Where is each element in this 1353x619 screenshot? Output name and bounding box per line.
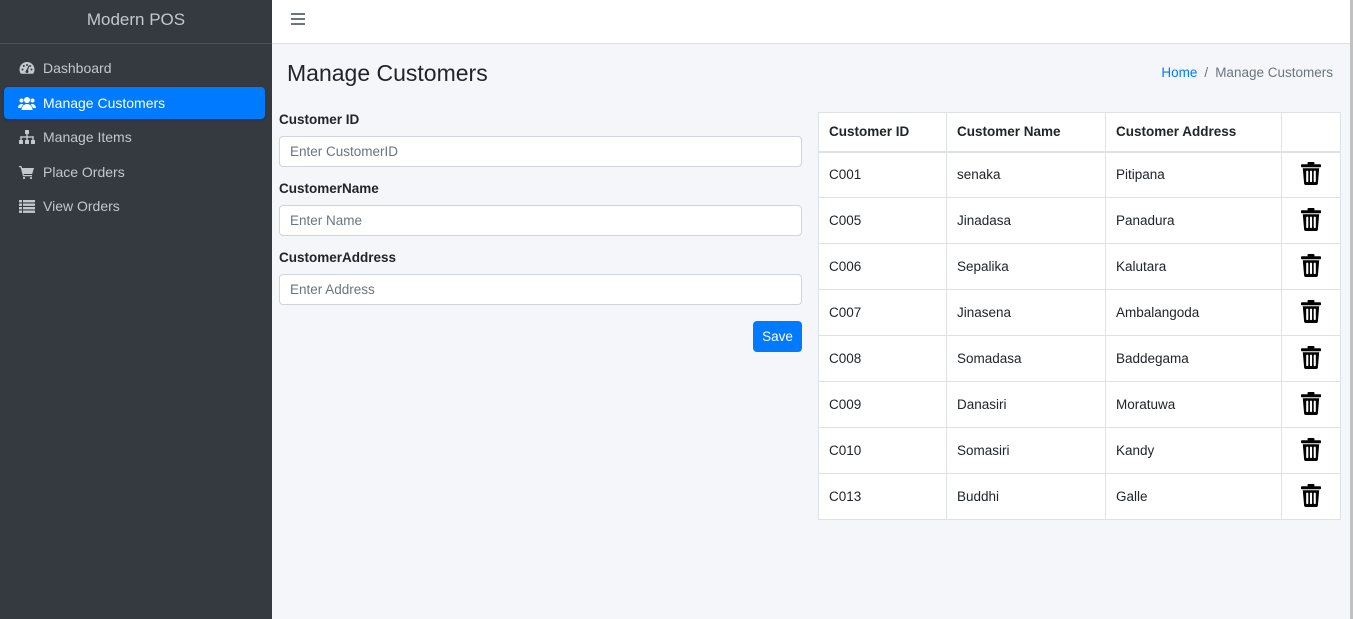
sidebar-item-label: Place Orders (43, 163, 125, 180)
breadcrumb-home-link[interactable]: Home (1161, 65, 1197, 80)
table-row: C008 Somadasa Baddegama (818, 335, 1341, 382)
delete-icon[interactable] (1301, 483, 1321, 510)
delete-icon[interactable] (1301, 161, 1321, 188)
cell-customer-name: senaka (946, 151, 1106, 198)
sidebar-item-place-orders[interactable]: Place Orders (4, 156, 265, 188)
column-header-customer-id: Customer ID (818, 112, 947, 153)
cell-customer-address: Kandy (1105, 427, 1282, 474)
brand-title[interactable]: Modern POS (0, 0, 272, 44)
sidebar-item-view-orders[interactable]: View Orders (4, 190, 265, 222)
delete-cell (1281, 243, 1341, 290)
cell-customer-address: Baddegama (1105, 335, 1282, 382)
cell-customer-id: C013 (818, 473, 947, 520)
table-row: C010 Somasiri Kandy (818, 427, 1341, 474)
cart-icon (18, 163, 36, 181)
table-row: C007 Jinasena Ambalangoda (818, 289, 1341, 336)
customer-address-label: CustomerAddress (279, 250, 397, 265)
cell-customer-name: Jinadasa (946, 197, 1106, 244)
customer-address-input[interactable] (279, 274, 802, 305)
cell-customer-address: Moratuwa (1105, 381, 1282, 428)
delete-cell (1281, 335, 1341, 382)
sidebar-nav: Dashboard Manage Customers Manage Items … (0, 44, 272, 222)
menu-toggle-icon[interactable] (291, 13, 305, 27)
delete-icon[interactable] (1301, 207, 1321, 234)
table-row: C001 senaka Pitipana (818, 151, 1341, 198)
customer-id-input[interactable] (279, 136, 802, 167)
delete-cell (1281, 197, 1341, 244)
breadcrumb-current: Manage Customers (1215, 65, 1333, 80)
cell-customer-name: Danasiri (946, 381, 1106, 428)
list-icon (18, 197, 36, 215)
cell-customer-address: Pitipana (1105, 151, 1282, 198)
cell-customer-name: Somadasa (946, 335, 1106, 382)
sidebar-item-label: View Orders (43, 198, 120, 215)
top-navbar (272, 0, 1350, 44)
delete-icon[interactable] (1301, 299, 1321, 326)
table-header-row: Customer ID Customer Name Customer Addre… (818, 112, 1341, 153)
cell-customer-id: C008 (818, 335, 947, 382)
cell-customer-name: Sepalika (946, 243, 1106, 290)
breadcrumb: Home / Manage Customers (1161, 65, 1333, 80)
customer-name-label: CustomerName (279, 181, 379, 196)
delete-cell (1281, 427, 1341, 474)
cell-customer-id: C007 (818, 289, 947, 336)
cell-customer-id: C005 (818, 197, 947, 244)
cell-customer-address: Kalutara (1105, 243, 1282, 290)
dashboard-icon (18, 59, 36, 77)
sidebar-item-label: Manage Items (43, 129, 132, 146)
customer-form: Customer ID CustomerName CustomerAddress (279, 112, 802, 319)
sitemap-icon (18, 128, 36, 146)
table-row: C005 Jinadasa Panadura (818, 197, 1341, 244)
sidebar-item-manage-customers[interactable]: Manage Customers (4, 86, 265, 119)
page-title: Manage Customers (287, 60, 488, 86)
table-row: C006 Sepalika Kalutara (818, 243, 1341, 290)
table-row: C013 Buddhi Galle (818, 473, 1341, 520)
column-header-actions (1281, 112, 1341, 153)
delete-icon[interactable] (1301, 345, 1321, 372)
sidebar: Modern POS Dashboard Manage Customers Ma… (0, 0, 272, 619)
cell-customer-id: C010 (818, 427, 947, 474)
cell-customer-name: Somasiri (946, 427, 1106, 474)
sidebar-item-dashboard[interactable]: Dashboard (4, 52, 265, 84)
sidebar-item-label: Manage Customers (43, 94, 166, 111)
cell-customer-id: C006 (818, 243, 947, 290)
delete-cell (1281, 473, 1341, 520)
table-body: C001 senaka Pitipana C005 Jinadasa Panadura C0… (818, 151, 1341, 520)
delete-cell (1281, 381, 1341, 428)
delete-icon[interactable] (1301, 437, 1321, 464)
cell-customer-id: C009 (818, 381, 947, 428)
column-header-customer-name: Customer Name (946, 112, 1106, 153)
save-button[interactable]: Save (753, 321, 802, 352)
delete-cell (1281, 151, 1341, 198)
cell-customer-address: Ambalangoda (1105, 289, 1282, 336)
customer-id-label: Customer ID (279, 112, 360, 127)
column-header-customer-address: Customer Address (1105, 112, 1282, 153)
table-row: C009 Danasiri Moratuwa (818, 381, 1341, 428)
sidebar-item-manage-items[interactable]: Manage Items (4, 121, 265, 153)
cell-customer-id: C001 (818, 151, 947, 198)
customer-name-input[interactable] (279, 205, 802, 236)
delete-icon[interactable] (1301, 391, 1321, 418)
sidebar-item-label: Dashboard (43, 60, 112, 76)
delete-icon[interactable] (1301, 253, 1321, 280)
breadcrumb-separator: / (1204, 65, 1209, 80)
cell-customer-name: Buddhi (946, 473, 1106, 520)
users-icon (18, 94, 36, 112)
cell-customer-address: Galle (1105, 473, 1282, 520)
cell-customer-address: Panadura (1105, 197, 1282, 244)
delete-cell (1281, 289, 1341, 336)
customers-table: Customer ID Customer Name Customer Addre… (818, 112, 1341, 520)
cell-customer-name: Jinasena (946, 289, 1106, 336)
